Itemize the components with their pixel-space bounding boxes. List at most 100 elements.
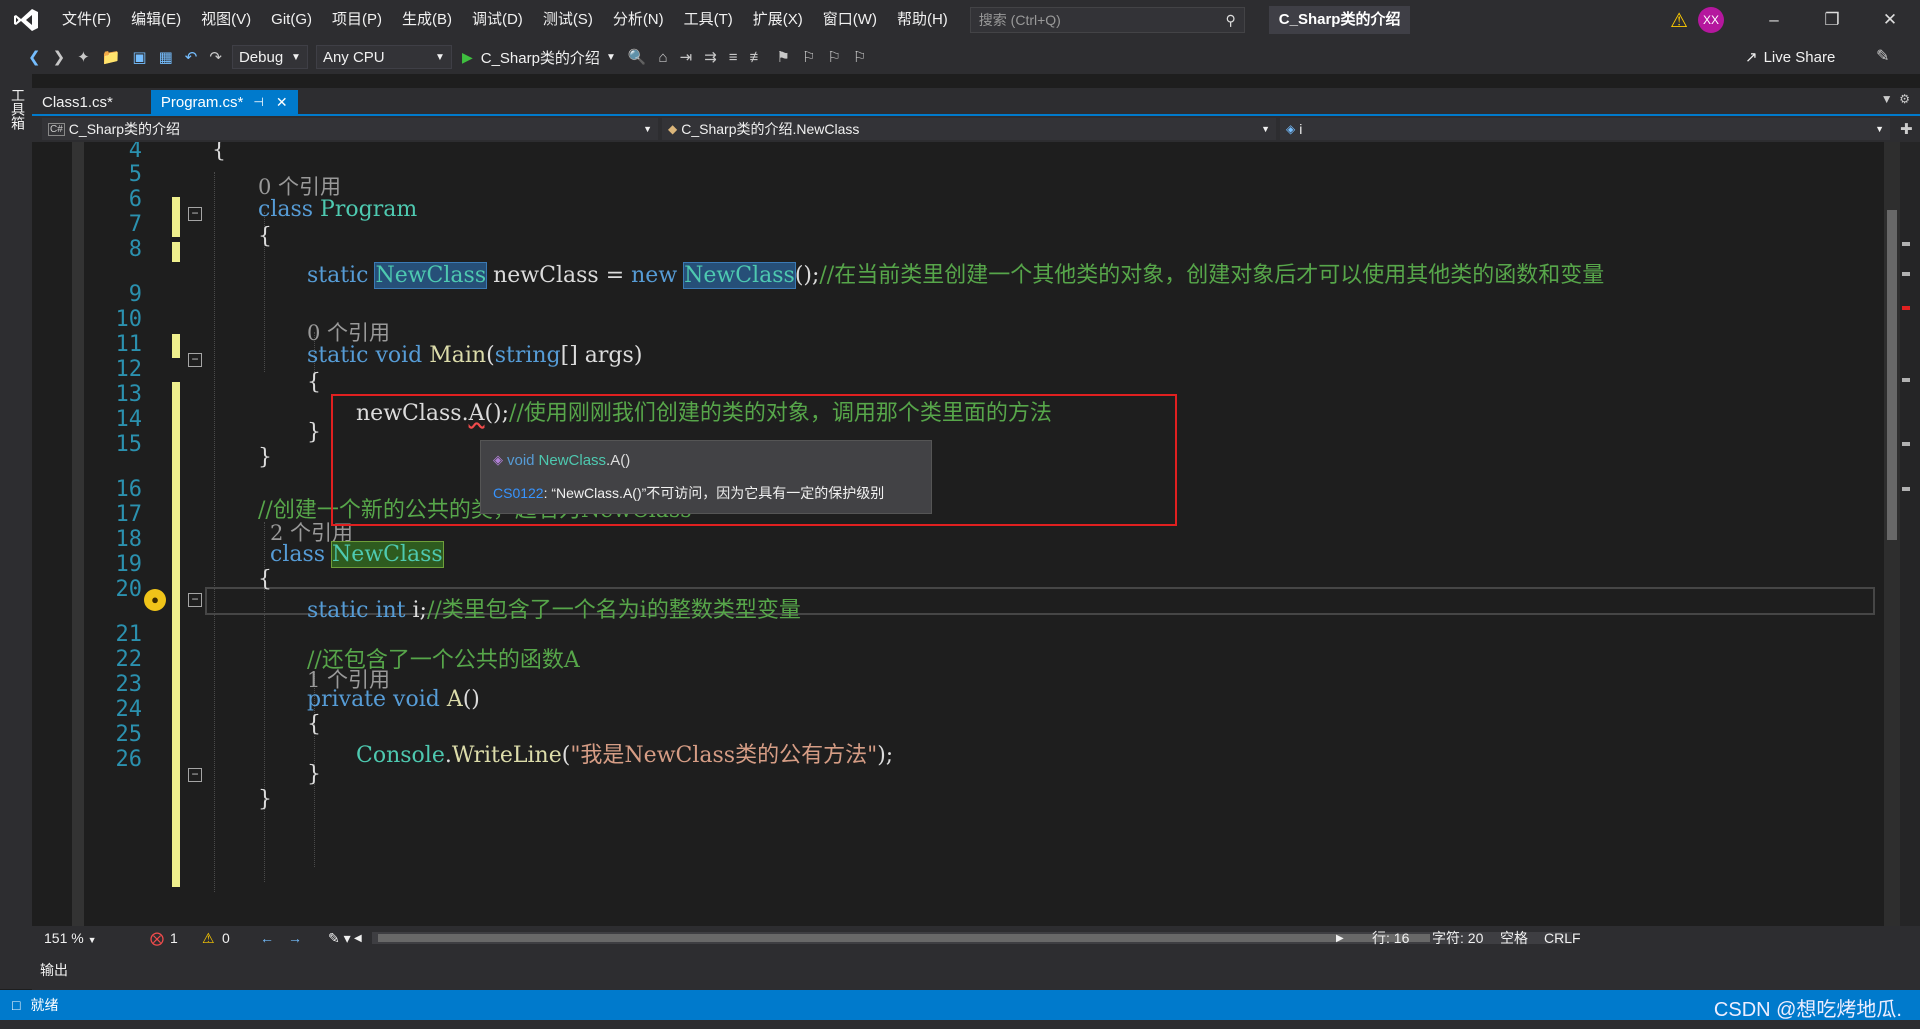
map-marker	[1902, 442, 1910, 446]
code-line-23: Console.WriteLine("我是NewClass类的公有方法");	[356, 743, 894, 768]
lightbulb-icon[interactable]: ●	[144, 589, 166, 611]
menu-help[interactable]: 帮助(H)	[887, 0, 958, 40]
scroll-right-icon[interactable]: ▶	[1336, 933, 1344, 944]
menu-project[interactable]: 项目(P)	[322, 0, 392, 40]
tooltip-member: .A()	[606, 451, 631, 469]
menu-debug[interactable]: 调试(D)	[462, 0, 533, 40]
browse-icon[interactable]: 🔍	[628, 48, 647, 66]
back-icon[interactable]: ❮	[28, 48, 41, 66]
line-number: 6	[128, 187, 142, 212]
bookmark-icon[interactable]: ⚑	[777, 48, 790, 66]
prev-issue-icon[interactable]: ←	[260, 930, 274, 946]
warning-count[interactable]: 0	[222, 930, 230, 946]
code-line-13: }	[258, 445, 272, 470]
start-debugging-button[interactable]: ▶ C_Sharp类的介绍 ▼	[462, 47, 616, 68]
output-panel-tab[interactable]: 输出	[32, 950, 1920, 990]
pin-icon[interactable]: ⊣	[253, 95, 263, 109]
uncomment-icon[interactable]: ≢	[750, 49, 765, 66]
menu-analyze[interactable]: 分析(N)	[603, 0, 674, 40]
clear-bookmarks-icon[interactable]: ⚐	[853, 48, 866, 66]
error-code-link[interactable]: CS0122	[493, 485, 544, 501]
toolbox-tab[interactable]: 工具箱	[8, 88, 28, 130]
scrollbar-thumb[interactable]	[1887, 210, 1897, 540]
code-editor[interactable]: 4 5 6 7 8 9 10 11 12 13 14 15 16 17 18 1…	[42, 142, 1882, 926]
member-dropdown[interactable]: ◈ i ▼	[1280, 118, 1890, 140]
warning-icon[interactable]: ⚠	[202, 930, 215, 947]
line-number: 7	[128, 212, 142, 237]
close-tab-icon[interactable]: ✕	[276, 94, 288, 111]
undo-icon[interactable]: ↶	[185, 48, 198, 66]
menu-git[interactable]: Git(G)	[261, 0, 322, 40]
next-issue-icon[interactable]: →	[288, 930, 302, 946]
error-count[interactable]: 1	[170, 930, 178, 946]
tab-class1[interactable]: Class1.cs*	[32, 90, 123, 114]
menu-build[interactable]: 生成(B)	[392, 0, 462, 40]
member-dropdown-label: i	[1299, 121, 1303, 137]
minimize-icon[interactable]: –	[1754, 6, 1794, 34]
cleanup-icon[interactable]: ✎ ▾	[328, 930, 351, 947]
char-indicator[interactable]: 字符: 20	[1432, 928, 1483, 948]
collapse-icon[interactable]: −	[188, 353, 202, 367]
menu-view[interactable]: 视图(V)	[191, 0, 261, 40]
scrollbar-thumb[interactable]	[378, 934, 1430, 942]
feedback-icon[interactable]: ✎	[1876, 46, 1889, 66]
visual-studio-logo-icon[interactable]	[0, 0, 52, 40]
indent-icon[interactable]: ⇉	[704, 48, 717, 66]
menu-tools[interactable]: 工具(T)	[674, 0, 743, 40]
next-bookmark-icon[interactable]: ⚐	[827, 48, 840, 66]
zoom-select[interactable]: 151 % ▼	[44, 930, 97, 946]
notification-warning-icon[interactable]: ⚠	[1670, 8, 1688, 33]
menu-test[interactable]: 测试(S)	[533, 0, 603, 40]
line-number: 16	[115, 477, 143, 502]
line-number: 14	[115, 407, 143, 432]
map-marker	[1902, 378, 1910, 382]
menu-window[interactable]: 窗口(W)	[813, 0, 887, 40]
code-line-7: static NewClass newClass = new NewClass(…	[307, 262, 1605, 289]
forward-icon[interactable]: ❯	[53, 48, 66, 66]
split-editor-icon[interactable]: ✚	[1900, 120, 1913, 138]
prev-bookmark-icon[interactable]: ⚐	[802, 48, 815, 66]
line-number: 18	[115, 527, 143, 552]
line-number: 4	[128, 142, 142, 163]
tab-overflow-icon[interactable]: ▼ ⚙	[1881, 92, 1910, 106]
close-icon[interactable]: ✕	[1870, 6, 1910, 34]
type-dropdown[interactable]: ◆ C_Sharp类的介绍.NewClass ▼	[662, 118, 1276, 140]
error-icon[interactable]: ⨂	[150, 930, 164, 947]
editor-status-bar: 151 % ▼ ⨂ 1 ⚠ 0 ← → ✎ ▾ ◀ ▶ 行: 16 字符: 20…	[32, 926, 1920, 950]
new-project-icon[interactable]: ✦	[77, 48, 90, 66]
type-dropdown-label: C_Sharp类的介绍.NewClass	[681, 121, 860, 137]
search-icon: ⚲	[1225, 11, 1236, 28]
scroll-left-icon[interactable]: ◀	[354, 933, 362, 944]
platform-select[interactable]: Any CPU ▼	[315, 45, 452, 69]
redo-icon[interactable]: ↷	[209, 48, 222, 66]
project-dropdown[interactable]: C# C_Sharp类的介绍 ▼	[42, 118, 658, 140]
search-input[interactable]: 搜索 (Ctrl+Q) ⚲	[969, 7, 1245, 33]
collapse-icon[interactable]: −	[188, 768, 202, 782]
home-icon[interactable]: ⌂	[659, 49, 668, 66]
chevron-down-icon: ▼	[605, 51, 616, 63]
vertical-scrollbar[interactable]	[1884, 142, 1900, 926]
config-select[interactable]: Debug ▼	[231, 45, 308, 69]
line-ending-indicator[interactable]: CRLF	[1544, 930, 1581, 946]
avatar[interactable]: XX	[1698, 7, 1724, 33]
collapse-icon[interactable]: −	[188, 207, 202, 221]
save-all-icon[interactable]: ▦	[159, 48, 173, 66]
map-marker	[1902, 487, 1910, 491]
step-icon[interactable]: ⇥	[680, 48, 693, 66]
line-number: 24	[115, 697, 143, 722]
tab-program[interactable]: Program.cs* ⊣ ✕	[150, 90, 298, 114]
save-icon[interactable]: ▣	[132, 48, 146, 66]
menu-extensions[interactable]: 扩展(X)	[743, 0, 813, 40]
window-bottom-edge	[0, 1020, 1920, 1029]
spacing-indicator[interactable]: 空格	[1500, 928, 1528, 948]
menu-edit[interactable]: 编辑(E)	[121, 0, 191, 40]
collapse-icon[interactable]: −	[188, 593, 202, 607]
line-number: 9	[128, 282, 142, 307]
code-line-24: }	[307, 762, 321, 787]
open-folder-icon[interactable]: 📁	[102, 48, 121, 66]
restore-icon[interactable]: ❐	[1812, 6, 1852, 34]
comment-icon[interactable]: ≡	[729, 49, 738, 66]
line-indicator[interactable]: 行: 16	[1372, 928, 1409, 948]
live-share-button[interactable]: ↗ Live Share	[1745, 48, 1835, 67]
menu-file[interactable]: 文件(F)	[52, 0, 121, 40]
